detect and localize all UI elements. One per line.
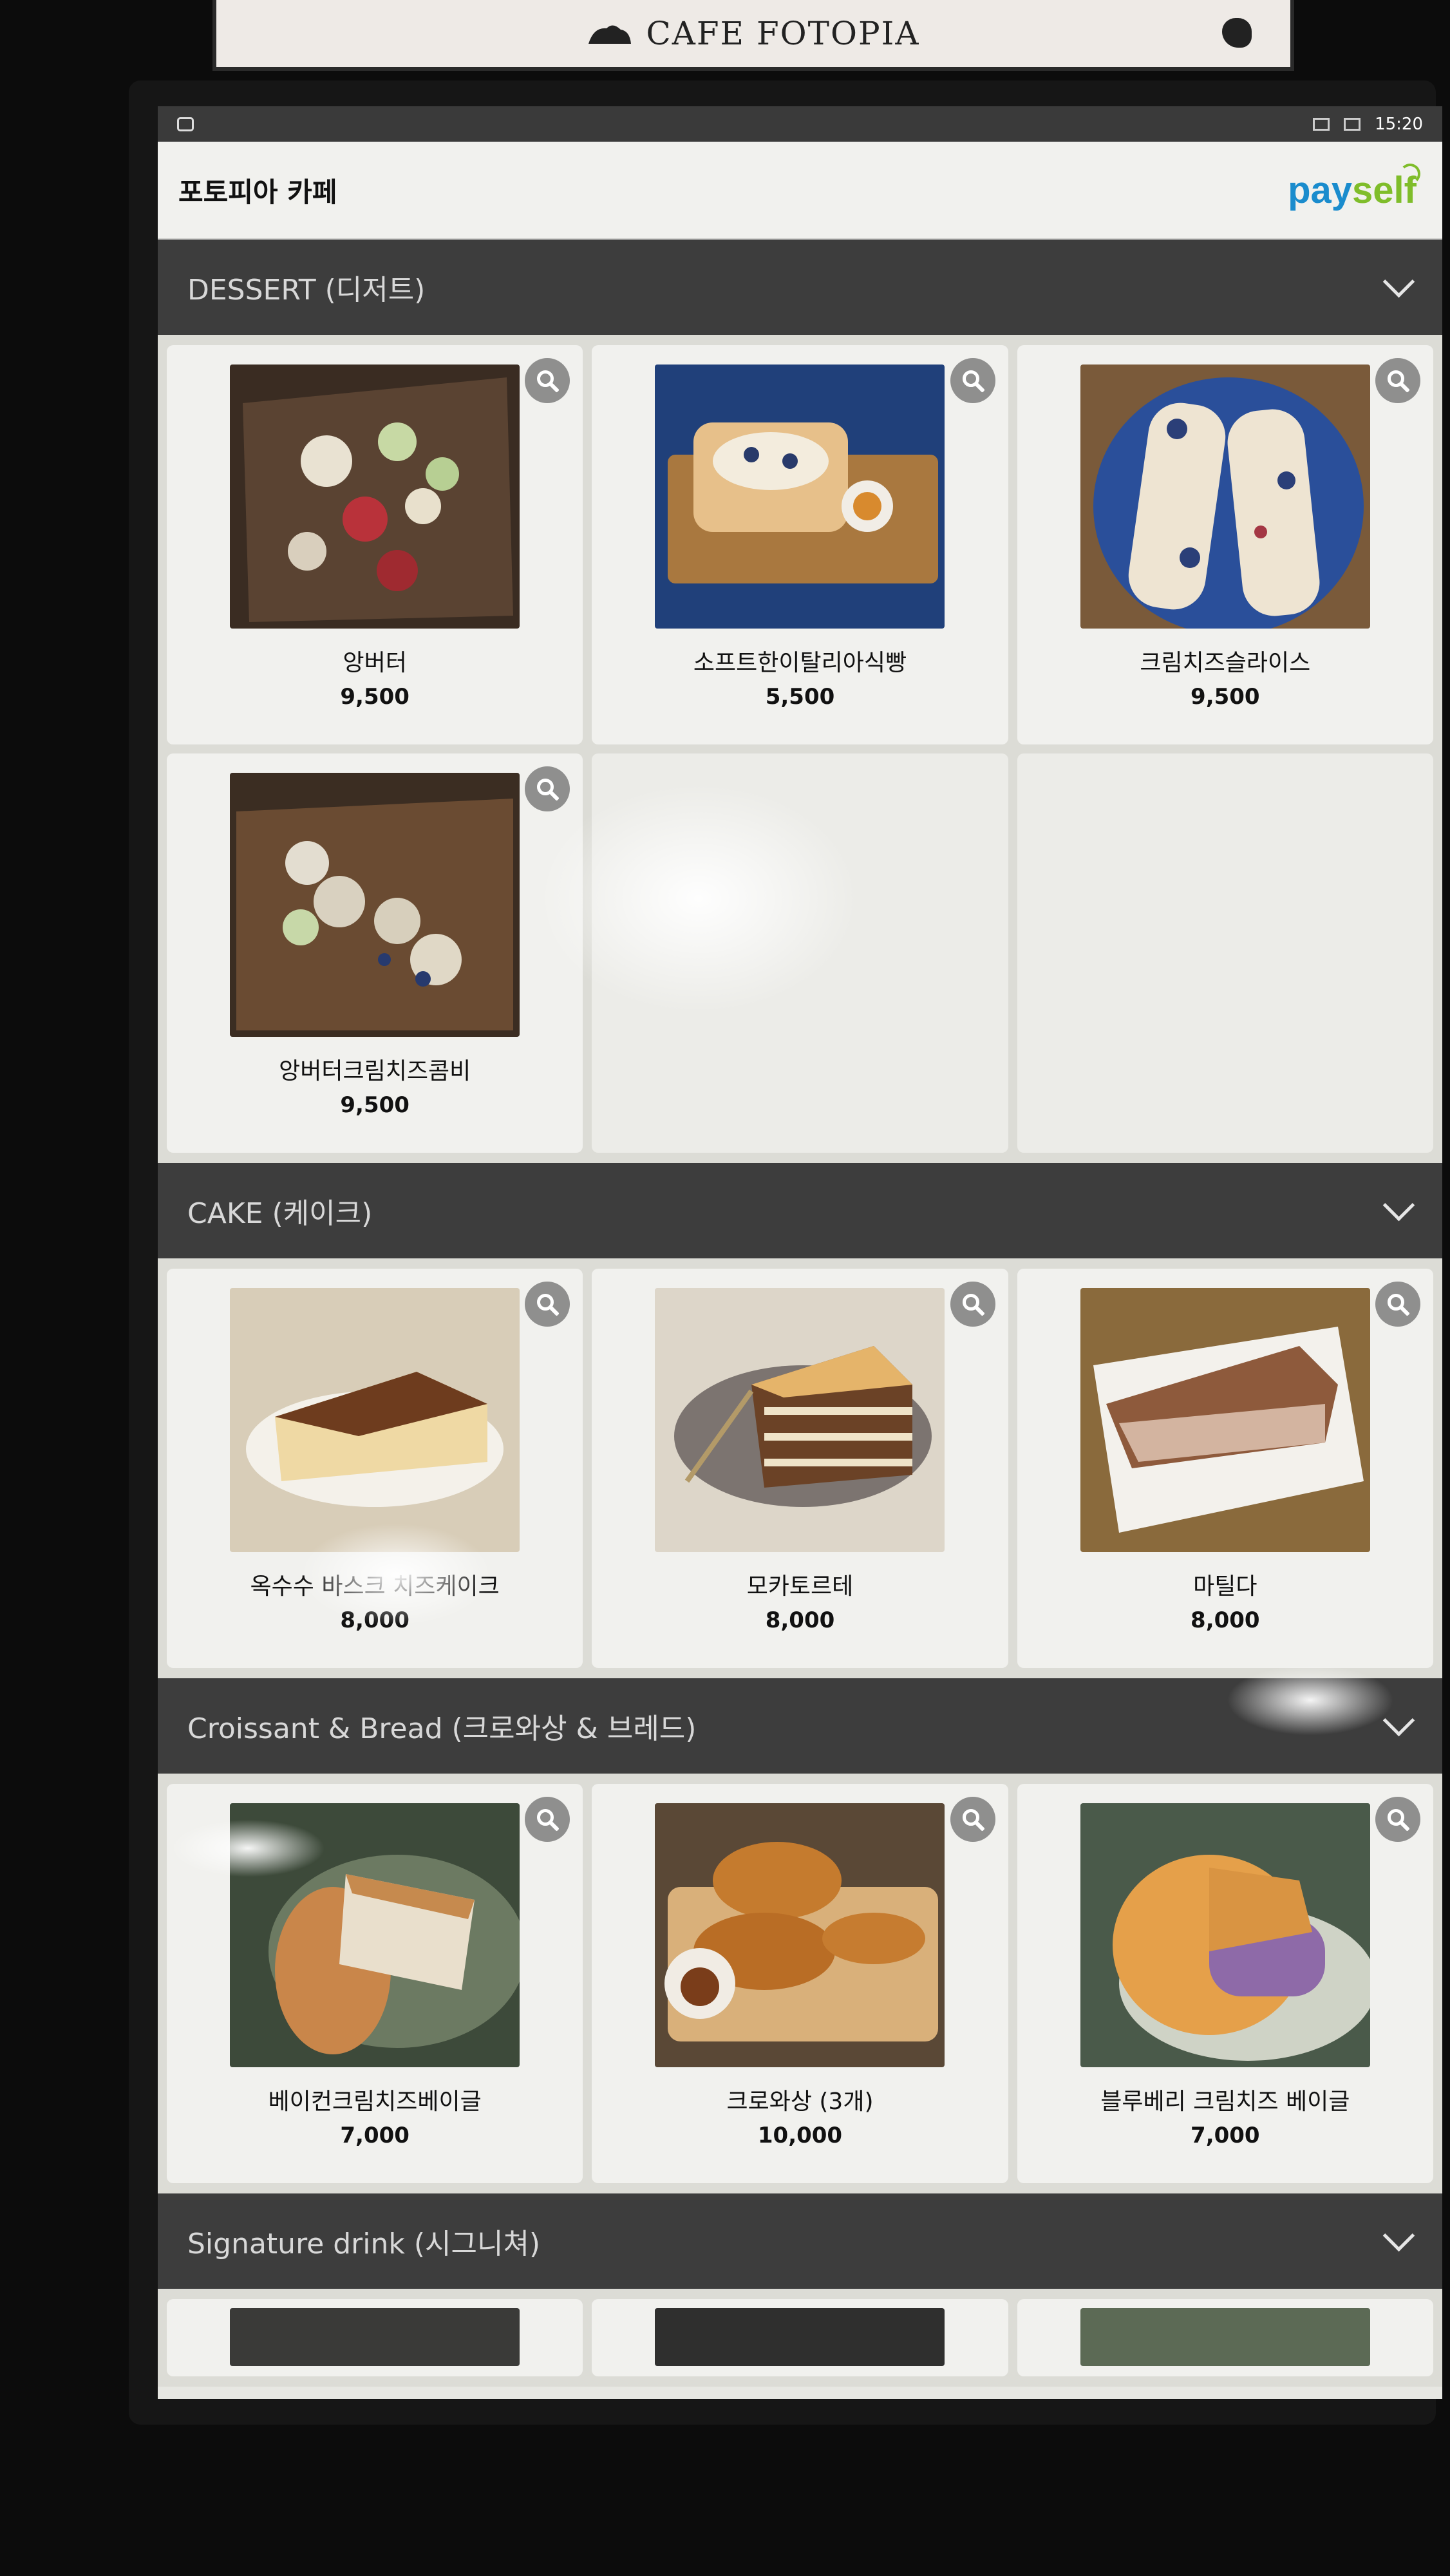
item-price: 9,500 bbox=[340, 1092, 410, 1118]
menu-grid-cake: 옥수수 바스크 치즈케이크 8,000 모카토르테 8,000 마틸다 8,00… bbox=[158, 1258, 1442, 1678]
menu-item-photo bbox=[655, 1288, 945, 1552]
logo-pay: pay bbox=[1288, 169, 1353, 211]
menu-item-card[interactable]: 앙버터 9,500 bbox=[167, 345, 583, 744]
chevron-down-icon[interactable] bbox=[1382, 265, 1415, 298]
sign-text: CAFE FOTOPIA bbox=[646, 15, 920, 52]
item-name: 마틸다 bbox=[1193, 1573, 1257, 1600]
item-name: 앙버터크림치즈콤비 bbox=[279, 1058, 471, 1084]
item-price: 5,500 bbox=[765, 684, 835, 710]
zoom-icon[interactable] bbox=[1375, 1797, 1420, 1842]
section-header-bread[interactable]: Croissant & Bread (크로와상 & 브레드) bbox=[158, 1678, 1442, 1774]
menu-item-card[interactable]: 소프트한이탈리아식빵 5,500 bbox=[592, 345, 1008, 744]
zoom-icon[interactable] bbox=[950, 1282, 995, 1327]
menu-item-card[interactable] bbox=[1017, 2299, 1433, 2376]
cloud-logo-icon bbox=[588, 25, 631, 44]
empty-slot bbox=[1017, 753, 1433, 1153]
payself-logo: pay self bbox=[1288, 163, 1420, 212]
empty-slot bbox=[592, 753, 1008, 1153]
chevron-down-icon[interactable] bbox=[1382, 1704, 1415, 1736]
shop-name: 포토피아 카페 bbox=[178, 176, 337, 208]
menu-item-photo bbox=[230, 2308, 520, 2366]
section-title: Croissant & Bread (크로와상 & 브레드) bbox=[187, 1712, 697, 1745]
section-header-cake[interactable]: CAKE (케이크) bbox=[158, 1163, 1442, 1258]
section-title: DESSERT (디저트) bbox=[187, 274, 426, 307]
item-name: 크로와상 (3개) bbox=[726, 2088, 874, 2115]
item-price: 10,000 bbox=[757, 2123, 843, 2148]
menu-grid-bread: 베이컨크림치즈베이글 7,000 크로와상 (3개) 10,000 블루베리 크… bbox=[158, 1774, 1442, 2193]
menu-item-photo bbox=[1080, 2308, 1370, 2366]
chevron-down-icon[interactable] bbox=[1382, 2219, 1415, 2251]
menu-item-photo bbox=[230, 365, 520, 629]
zoom-icon[interactable] bbox=[950, 358, 995, 403]
zoom-icon[interactable] bbox=[1375, 358, 1420, 403]
zoom-icon[interactable] bbox=[950, 1797, 995, 1842]
item-name: 블루베리 크림치즈 베이글 bbox=[1100, 2088, 1350, 2115]
section-header-dessert[interactable]: DESSERT (디저트) bbox=[158, 240, 1442, 335]
item-name: 베이컨크림치즈베이글 bbox=[268, 2088, 482, 2115]
menu-item-card[interactable]: 마틸다 8,000 bbox=[1017, 1269, 1433, 1668]
menu-item-card[interactable] bbox=[167, 2299, 583, 2376]
item-name: 소프트한이탈리아식빵 bbox=[693, 650, 907, 676]
item-price: 7,000 bbox=[340, 2123, 410, 2148]
sign-logo: CAFE FOTOPIA bbox=[587, 15, 920, 52]
menu-item-photo bbox=[655, 1803, 945, 2067]
kiosk-screen: 15:20 포토피아 카페 pay self DESSERT (디저트) 앙버터… bbox=[158, 106, 1442, 2399]
zoom-icon[interactable] bbox=[525, 1282, 570, 1327]
menu-item-card[interactable]: 크림치즈슬라이스 9,500 bbox=[1017, 345, 1433, 744]
menu-item-photo bbox=[230, 1803, 520, 2067]
item-price: 7,000 bbox=[1191, 2123, 1260, 2148]
item-name: 크림치즈슬라이스 bbox=[1140, 650, 1311, 676]
menu-item-card[interactable]: 크로와상 (3개) 10,000 bbox=[592, 1784, 1008, 2183]
wifi-mark-icon bbox=[1400, 163, 1420, 184]
menu-item-photo bbox=[1080, 365, 1370, 629]
menu-item-photo bbox=[655, 365, 945, 629]
menu-item-photo bbox=[655, 2308, 945, 2366]
menu-item-card[interactable] bbox=[592, 2299, 1008, 2376]
zoom-icon[interactable] bbox=[525, 358, 570, 403]
section-header-signature[interactable]: Signature drink (시그니쳐) bbox=[158, 2193, 1442, 2289]
app-header: 포토피아 카페 pay self bbox=[158, 142, 1442, 240]
item-name: 모카토르테 bbox=[746, 1573, 854, 1600]
item-name: 앙버터 bbox=[343, 650, 407, 676]
zoom-icon[interactable] bbox=[525, 766, 570, 811]
item-price: 9,500 bbox=[1191, 684, 1260, 710]
menu-item-card[interactable]: 앙버터크림치즈콤비 9,500 bbox=[167, 753, 583, 1153]
zoom-icon[interactable] bbox=[1375, 1282, 1420, 1327]
menu-item-card[interactable]: 베이컨크림치즈베이글 7,000 bbox=[167, 1784, 583, 2183]
status-time: 15:20 bbox=[1375, 114, 1423, 134]
item-price: 8,000 bbox=[765, 1607, 835, 1633]
sign-mark-icon bbox=[1222, 18, 1252, 48]
chevron-down-icon[interactable] bbox=[1382, 1189, 1415, 1221]
cafe-sign: CAFE FOTOPIA bbox=[212, 0, 1294, 71]
menu-item-photo bbox=[230, 773, 520, 1037]
menu-item-card[interactable]: 블루베리 크림치즈 베이글 7,000 bbox=[1017, 1784, 1433, 2183]
network-icon bbox=[1313, 117, 1330, 131]
menu-item-card[interactable]: 모카토르테 8,000 bbox=[592, 1269, 1008, 1668]
item-name: 옥수수 바스크 치즈케이크 bbox=[250, 1573, 500, 1600]
section-title: CAKE (케이크) bbox=[187, 1197, 373, 1230]
status-bar: 15:20 bbox=[158, 106, 1442, 142]
menu-item-photo bbox=[1080, 1803, 1370, 2067]
menu-item-photo bbox=[230, 1288, 520, 1552]
item-price: 9,500 bbox=[340, 684, 410, 710]
menu-grid-dessert: 앙버터 9,500 소프트한이탈리아식빵 5,500 크림치즈슬라이스 9,50… bbox=[158, 335, 1442, 1163]
menu-item-photo bbox=[1080, 1288, 1370, 1552]
notification-icon bbox=[177, 117, 194, 131]
item-price: 8,000 bbox=[340, 1607, 410, 1633]
section-title: Signature drink (시그니쳐) bbox=[187, 2228, 541, 2260]
menu-grid-signature bbox=[158, 2289, 1442, 2387]
menu-item-card[interactable]: 옥수수 바스크 치즈케이크 8,000 bbox=[167, 1269, 583, 1668]
battery-icon bbox=[1344, 117, 1361, 131]
zoom-icon[interactable] bbox=[525, 1797, 570, 1842]
item-price: 8,000 bbox=[1191, 1607, 1260, 1633]
